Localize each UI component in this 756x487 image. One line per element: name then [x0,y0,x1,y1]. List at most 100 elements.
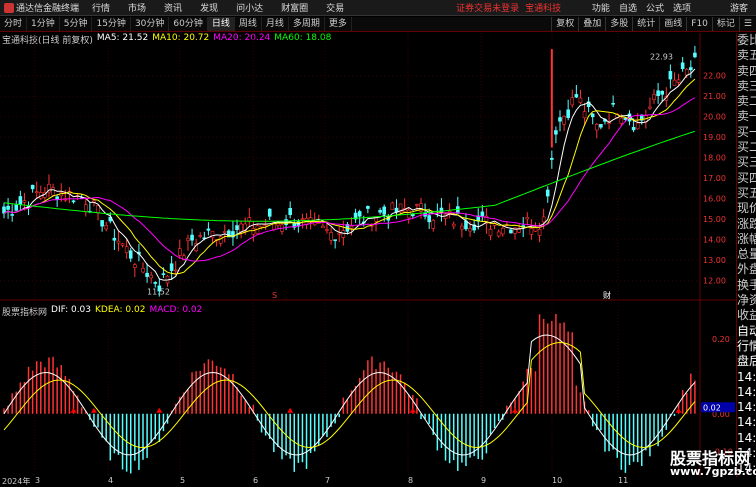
candle-body [378,209,382,213]
candle-body [100,220,104,227]
candle-body [10,214,14,216]
candle-body [267,208,272,217]
candle-body [349,225,354,229]
price-tick: 15.00 [703,215,726,224]
candle-body [578,97,583,103]
sidebar-item: 自动 [737,323,756,338]
kline-chart[interactable]: 22.00 21.00 20.00 19.00 18.00 17.00 16.00 15.00… [0,0,736,476]
sidebar-item: 买五 [737,185,756,200]
price-tick: 16.00 [703,195,726,204]
candle-body [333,239,337,241]
candle-body [680,62,685,70]
candle-body [124,246,129,254]
candle-body [525,217,530,220]
date-tick: 7 [325,476,331,485]
candle-body [341,230,346,238]
candle-body [480,211,485,217]
candle-body [668,71,673,80]
candle-body [104,225,109,230]
candle-body [55,196,59,200]
date-tick: 9 [481,476,487,485]
buy-arrow-icon [675,407,682,413]
candle-body [550,157,554,160]
sidebar-item: 现价 [737,201,756,216]
candle-body [235,225,239,230]
sidebar-item: 卖五 [737,48,756,63]
macd-current-value: 0.02 [703,403,721,412]
sidebar-item: 外盘 [737,262,756,277]
candle-body [623,117,628,120]
date-tick: 8 [408,476,414,485]
candle-body [635,122,640,130]
buy-arrow-icon [409,407,416,413]
candle-body [186,237,190,241]
price-tick: 19.00 [703,133,726,142]
candle-body [96,205,100,214]
candle-body [590,113,595,118]
sidebar-item: 卖二 [737,94,756,109]
candle-body [177,248,182,256]
candle-body [206,228,211,231]
candle-body [689,67,693,71]
candle-body [558,117,562,122]
price-tick: 20.00 [703,113,726,122]
candle-body [34,191,39,194]
candle-body [517,229,521,233]
candle-body [676,79,681,83]
menu-icon[interactable]: ☰ [738,17,756,31]
buy-arrow-icon [512,407,519,413]
s-marker: S [272,291,277,300]
date-tick: 5 [180,476,186,485]
sidebar-item: 收益 [737,308,756,323]
candle-body [509,229,513,234]
price-tick: 14.00 [703,236,726,245]
candle-body [337,232,342,235]
high-price-label: 22.93 [650,53,673,62]
candle-body [239,223,243,233]
date-tick: 10 [552,476,563,485]
candle-body [169,263,174,271]
sidebar-item: 14:50 [737,384,756,399]
candle-body [566,109,570,118]
candle-body [247,217,252,222]
sidebar-item: 14:50 [737,415,756,430]
sidebar-item: 委比 [737,33,756,47]
price-tick: 18.00 [703,154,726,163]
dif-line [3,334,696,456]
candle-body [198,235,203,237]
candle-body [468,228,472,232]
candle-body [22,200,27,203]
date-tick: 11 [618,476,629,485]
candle-body [451,223,456,227]
buy-arrow-icon [156,407,163,413]
candle-body [190,234,194,241]
candle-body [83,204,88,213]
candle-body [116,240,121,244]
sidebar-item: 买一 [737,124,756,139]
candle-body [133,264,137,268]
candle-body [693,52,697,58]
date-tick: 2024年 [2,477,31,486]
sidebar-item: 行情 [737,338,756,353]
candle-body [427,215,431,223]
sidebar-item: 14:51 [737,430,756,445]
candle-body [120,243,125,246]
buy-arrow-icon [70,407,77,413]
candle-body [562,115,566,125]
candle-body [357,211,362,217]
sidebar-item: 净资 [737,293,756,308]
candle-body [390,202,395,210]
candle-body [161,273,166,275]
price-tick: 12.00 [703,277,726,286]
date-axis: 2024年 3 4 5 6 7 8 9 10 11 [0,476,736,487]
candle-body [431,220,436,229]
candle-body [652,94,656,100]
price-tick: 22.00 [703,72,726,81]
quote-sidebar: 委比卖五卖四卖三卖二卖一买一买二买三买四买五现价涨跌涨幅总量外盘换手净资收益自动… [736,33,756,477]
candle-body [611,102,615,105]
candle-body [672,79,677,86]
price-tick: 17.00 [703,174,726,183]
candle-body [574,94,579,98]
candle-body [112,237,117,241]
date-tick: 3 [35,476,41,485]
